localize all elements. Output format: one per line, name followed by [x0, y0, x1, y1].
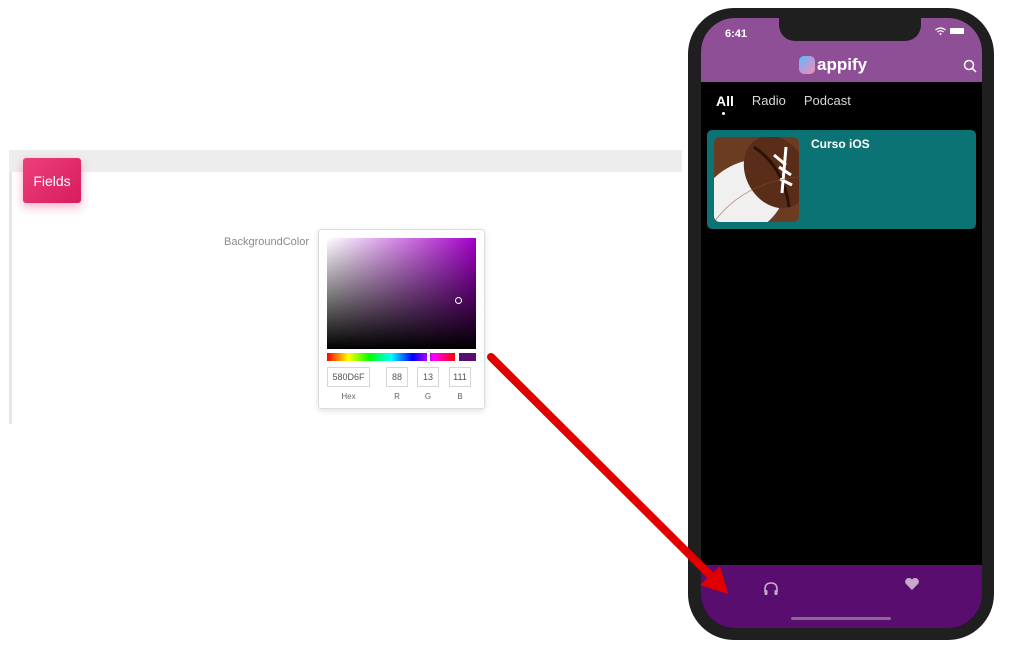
annotation-arrow: [487, 353, 728, 594]
